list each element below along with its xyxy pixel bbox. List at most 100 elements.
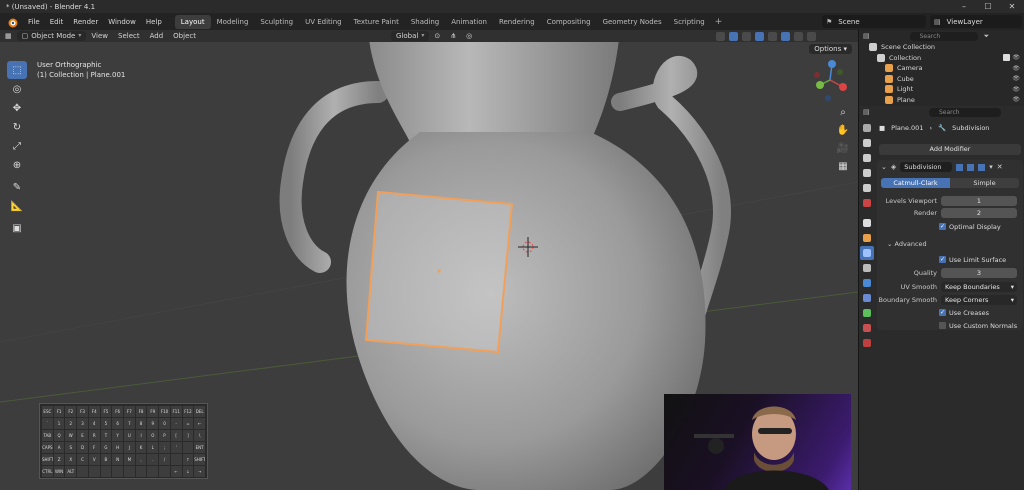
- viewport-toggle-icon[interactable]: [967, 163, 975, 171]
- add-workspace-icon[interactable]: +: [711, 17, 727, 27]
- eye-icon[interactable]: 👁: [1012, 86, 1020, 93]
- perspective-toggle-icon[interactable]: ▦: [836, 160, 850, 174]
- measure-tool-icon[interactable]: 📐: [7, 197, 27, 215]
- render-toggle-icon[interactable]: [978, 163, 986, 171]
- use-limit-surface-checkbox[interactable]: ✓: [939, 256, 946, 263]
- pan-hand-icon[interactable]: ✋: [836, 124, 850, 138]
- solid-shading-icon[interactable]: [781, 31, 790, 41]
- tab-compositing[interactable]: Compositing: [541, 15, 597, 29]
- proportional-edit-icon[interactable]: ◎: [461, 32, 477, 40]
- menu-object[interactable]: Object: [168, 32, 201, 40]
- menu-window[interactable]: Window: [103, 18, 141, 26]
- tab-sculpting[interactable]: Sculpting: [254, 15, 299, 29]
- zoom-icon[interactable]: ⌕: [836, 106, 850, 120]
- options-dropdown[interactable]: Options ▾: [809, 44, 852, 54]
- tab-texture-paint[interactable]: Texture Paint: [348, 15, 405, 29]
- delete-modifier-icon[interactable]: ✕: [997, 163, 1003, 171]
- transform-tool-icon[interactable]: ⊕: [7, 156, 27, 174]
- minimize-icon[interactable]: –: [952, 0, 976, 13]
- tab-collection[interactable]: [860, 216, 874, 230]
- maximize-icon[interactable]: ☐: [976, 0, 1000, 13]
- edit-mode-toggle-icon[interactable]: [956, 163, 964, 171]
- tab-particles[interactable]: [860, 261, 874, 275]
- menu-add[interactable]: Add: [145, 32, 169, 40]
- mode-dropdown[interactable]: ▢ Object Mode ▾: [16, 31, 87, 41]
- pivot-icon[interactable]: ⊙: [429, 32, 445, 40]
- editor-type-icon[interactable]: ▦: [0, 32, 17, 40]
- tab-shading[interactable]: Shading: [405, 15, 445, 29]
- outliner-row-light[interactable]: Light 👁: [859, 84, 1024, 95]
- tab-modeling[interactable]: Modeling: [211, 15, 255, 29]
- advanced-section-header[interactable]: ⌄ Advanced: [887, 240, 927, 248]
- cursor-tool-icon[interactable]: ◎: [7, 80, 27, 98]
- tab-texture[interactable]: [860, 336, 874, 350]
- outliner-filter-icon[interactable]: ▤: [863, 32, 870, 40]
- xray-icon[interactable]: [755, 31, 764, 41]
- properties-search-input[interactable]: Search: [929, 108, 1001, 117]
- eye-icon[interactable]: 👁: [1012, 75, 1020, 82]
- annotate-tool-icon[interactable]: ✎: [7, 178, 27, 196]
- eye-icon[interactable]: 👁: [1012, 54, 1020, 61]
- rotate-tool-icon[interactable]: ↻: [7, 118, 27, 136]
- menu-view[interactable]: View: [86, 32, 113, 40]
- menu-help[interactable]: Help: [141, 18, 167, 26]
- tab-world[interactable]: [860, 196, 874, 210]
- use-creases-checkbox[interactable]: ✓: [939, 309, 946, 316]
- tab-material[interactable]: [860, 321, 874, 335]
- exclude-checkbox[interactable]: [1003, 54, 1010, 62]
- tab-render[interactable]: [860, 136, 874, 150]
- simple-button[interactable]: Simple: [950, 178, 1019, 188]
- 3d-viewport[interactable]: User Orthographic (1) Collection | Plane…: [0, 42, 858, 490]
- outliner-row-cube[interactable]: Cube 👁: [859, 74, 1024, 85]
- filter-funnel-icon[interactable]: ⏷: [984, 32, 990, 41]
- snap-icon[interactable]: ⋔: [445, 32, 461, 40]
- tab-output[interactable]: [860, 151, 874, 165]
- catmull-clark-button[interactable]: Catmull-Clark: [881, 178, 950, 188]
- blender-logo-icon[interactable]: [5, 15, 19, 29]
- tab-scripting[interactable]: Scripting: [668, 15, 711, 29]
- rendered-shading-icon[interactable]: [807, 31, 816, 41]
- eye-icon[interactable]: 👁: [1012, 96, 1020, 103]
- tab-layout[interactable]: Layout: [174, 14, 211, 29]
- wireframe-shading-icon[interactable]: [768, 31, 777, 41]
- scene-selector[interactable]: ⚑ Scene: [822, 15, 926, 28]
- tab-object[interactable]: [860, 231, 874, 245]
- collapse-chevron-icon[interactable]: ⌄: [881, 163, 887, 171]
- tab-data[interactable]: [860, 306, 874, 320]
- outliner-row-collection[interactable]: Collection 👁: [859, 53, 1024, 64]
- tab-modifiers[interactable]: [860, 246, 874, 260]
- quality-field[interactable]: 3: [941, 268, 1017, 278]
- tab-physics[interactable]: [860, 276, 874, 290]
- add-modifier-button[interactable]: Add Modifier: [879, 144, 1021, 155]
- menu-render[interactable]: Render: [68, 18, 103, 26]
- outliner-row-plane[interactable]: Plane 👁: [859, 95, 1024, 106]
- menu-file[interactable]: File: [23, 18, 45, 26]
- optimal-display-checkbox[interactable]: ✓: [939, 223, 946, 230]
- uv-smooth-dropdown[interactable]: Keep Boundaries ▾: [941, 282, 1017, 292]
- menu-select[interactable]: Select: [113, 32, 145, 40]
- camera-view-icon[interactable]: 🎥: [836, 142, 850, 156]
- scale-tool-icon[interactable]: ⤢: [7, 137, 27, 155]
- view-layer-selector[interactable]: ▤ ViewLayer: [930, 15, 1022, 28]
- overlay-icon[interactable]: [742, 31, 751, 41]
- eye-icon[interactable]: 👁: [1012, 65, 1020, 72]
- boundary-smooth-dropdown[interactable]: Keep Corners ▾: [941, 295, 1017, 305]
- modifier-name-field[interactable]: Subdivision: [900, 162, 953, 172]
- menu-edit[interactable]: Edit: [45, 18, 69, 26]
- tab-scene[interactable]: [860, 181, 874, 195]
- close-icon[interactable]: ✕: [1000, 0, 1024, 13]
- outliner-row-scene-collection[interactable]: Scene Collection: [859, 42, 1024, 53]
- use-custom-normals-checkbox[interactable]: [939, 322, 946, 329]
- levels-viewport-field[interactable]: 1: [941, 196, 1017, 206]
- tab-rendering[interactable]: Rendering: [493, 15, 541, 29]
- tab-constraints[interactable]: [860, 291, 874, 305]
- add-cube-tool-icon[interactable]: ▣: [7, 219, 27, 237]
- render-levels-field[interactable]: 2: [941, 208, 1017, 218]
- navigation-gizmo[interactable]: [814, 60, 847, 101]
- select-box-tool-icon[interactable]: ⬚: [7, 61, 27, 79]
- outliner-search-input[interactable]: Search: [909, 31, 978, 41]
- transform-orientation-dropdown[interactable]: Global ▾: [390, 31, 430, 41]
- material-shading-icon[interactable]: [794, 31, 803, 41]
- tab-view-layer[interactable]: [860, 166, 874, 180]
- tab-uv-editing[interactable]: UV Editing: [299, 15, 348, 29]
